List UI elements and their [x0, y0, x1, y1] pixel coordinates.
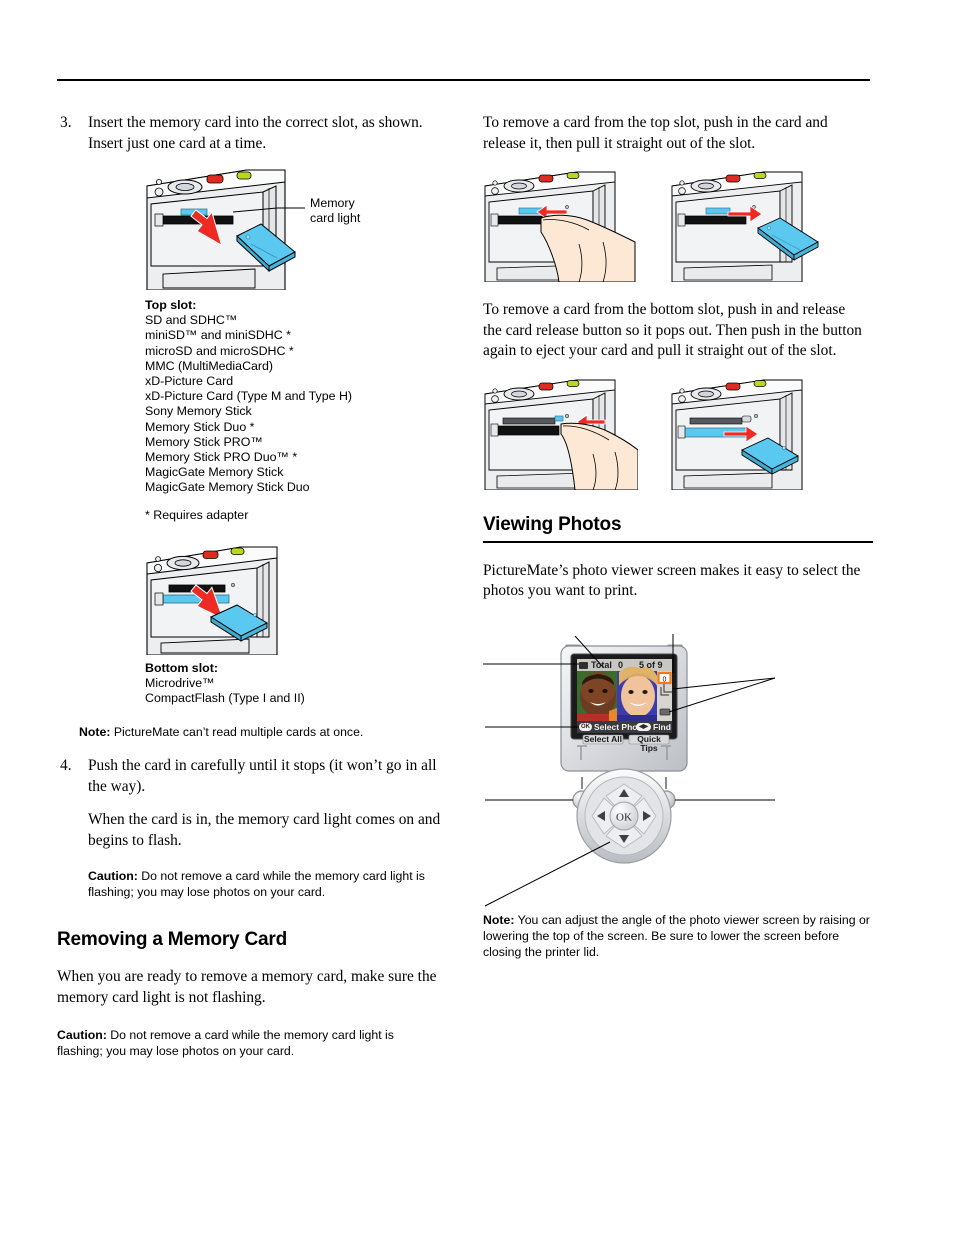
remove-top-slot-text: To remove a card from the top slot, push…: [483, 114, 828, 152]
copies-badge-value: 0: [663, 676, 667, 683]
memory-card-light-callout: Memory card light: [310, 196, 360, 225]
top-slot-card-list: Top slot: SD and SDHC™ miniSD™ and miniS…: [145, 298, 457, 523]
note-screen-angle: Note: You can adjust the angle of the ph…: [483, 912, 871, 960]
printer-pull-card-illustration: [671, 171, 819, 282]
figure-push-release-button: [483, 378, 638, 490]
bottom-slot-card-list: Bottom slot: Microdrive™ CompactFlash (T…: [145, 661, 457, 707]
photo-viewer-diagram: 0 OK Total 0 5 of 9 OK Select Photo ◀▶ F…: [483, 616, 873, 908]
page-header-rule: [57, 79, 870, 81]
step-4-text-2: When the card is in, the memory card lig…: [88, 811, 441, 849]
top-slot-card-item: microSD and microSDHC *: [145, 343, 294, 358]
figure-pull-card-top: [670, 170, 825, 282]
top-slot-card-item: Memory Stick PRO™: [145, 434, 263, 449]
printer-top-slot-illustration: [146, 169, 305, 290]
card-release-button: [554, 415, 564, 421]
document-page: 3. Insert the memory card into the corre…: [0, 0, 954, 1235]
lcd-status-bar: Total 0 5 of 9: [579, 660, 670, 672]
figure-row-top-slot: [483, 170, 873, 282]
removing-memory-card-text: When you are ready to remove a memory ca…: [57, 968, 437, 1006]
top-slot-card-item: MagicGate Memory Stick: [145, 465, 284, 480]
step-3: 3. Insert the memory card into the corre…: [57, 113, 457, 154]
memory-card-light-callout-line2: card light: [310, 210, 361, 225]
lcd-find-hint: Find: [653, 722, 671, 732]
figure-pull-card-bottom: [670, 378, 825, 490]
lcd-hint-bar: OK Select Photo ◀▶ Find: [579, 722, 671, 734]
remove-bottom-slot-text: To remove a card from the bottom slot, p…: [483, 301, 862, 359]
top-slot-card-item: Memory Stick Duo *: [145, 419, 255, 434]
lcd-total-label: Total: [591, 659, 612, 670]
bottom-slot-card-item: Microdrive™: [145, 676, 215, 691]
top-slot-card-item: MagicGate Memory Stick Duo: [145, 480, 310, 495]
lcd-total-value: 0: [618, 659, 624, 670]
figure-row-bottom-slot: [483, 378, 873, 490]
lr-key-icon: ◀▶: [636, 723, 651, 731]
top-slot-card-item: MMC (MultiMediaCard): [145, 358, 274, 373]
memory-card-light-callout-line1: Memory: [310, 196, 355, 210]
card-release-button: [741, 415, 752, 422]
step-3-text: Insert the memory card into the correct …: [88, 114, 423, 152]
figure-insert-bottom-slot: [145, 545, 305, 655]
top-slot-card-item: miniSD™ and miniSDHC *: [145, 328, 291, 343]
note-multiple-cards-text: PictureMate can’t read multiple cards at…: [113, 725, 364, 740]
figure-insert-top-slot: Memory card light: [145, 168, 455, 290]
step-4: 4. Push the card in carefully until it s…: [57, 756, 457, 851]
bottom-slot-heading: Bottom slot:: [145, 660, 218, 675]
viewing-photos-section-header: Viewing Photos: [483, 514, 873, 543]
right-column: To remove a card from the top slot, push…: [483, 113, 873, 960]
bottom-slot-card-item: CompactFlash (Type I and II): [145, 691, 305, 706]
step-3-number: 3.: [60, 114, 72, 131]
top-slot-heading: Top slot:: [145, 298, 197, 312]
note-screen-angle-label: Note:: [483, 912, 515, 927]
caution-2-text: Do not remove a card while the memory ca…: [57, 1028, 394, 1059]
step-4-number: 4.: [60, 757, 72, 775]
bottom-slot-indicator: [162, 594, 230, 604]
top-slot-card-item: Memory Stick PRO Duo™ *: [145, 450, 298, 465]
photo-icon: [579, 661, 588, 669]
note-multiple-cards-label: Note:: [79, 725, 111, 740]
top-slot-card-item: Sony Memory Stick: [145, 404, 252, 419]
step-4-text: Push the card in carefully until it stop…: [88, 757, 437, 795]
ok-button-label: OK: [616, 811, 632, 823]
callout-line-icons-1: [672, 677, 776, 689]
printer-release-button-illustration: [484, 379, 638, 490]
lcd-photo-counter: 5 of 9: [639, 659, 663, 670]
printer-push-card-illustration: [484, 171, 636, 282]
printer-bottom-slot-illustration: [146, 546, 278, 655]
removing-memory-card-heading: Removing a Memory Card: [57, 929, 287, 951]
callout-line-nav-pad: [484, 841, 611, 906]
printer-eject-card-illustration: [671, 379, 803, 490]
top-slot-card-item: xD-Picture Card: [145, 374, 234, 389]
left-column: 3. Insert the memory card into the corre…: [57, 113, 457, 1059]
caution-1-label: Caution:: [88, 869, 138, 884]
top-slot-card-item: SD and SDHC™: [145, 313, 238, 328]
viewing-photos-heading: Viewing Photos: [483, 513, 622, 535]
figure-push-card-top: [483, 170, 638, 282]
photo-viewer-screen-illustration: 0 OK: [483, 633, 776, 906]
note-multiple-cards: Note: PictureMate can’t read multiple ca…: [79, 724, 457, 740]
caution-remove-card-2: Caution: Do not remove a card while the …: [57, 1027, 417, 1059]
top-slot-footnote: * Requires adapter: [145, 507, 249, 522]
lcd-select-all-label[interactable]: Select All: [583, 734, 623, 744]
layout-icon: [659, 708, 671, 715]
caution-2-label: Caution:: [57, 1028, 107, 1043]
note-screen-angle-text: You can adjust the angle of the photo vi…: [483, 912, 870, 959]
lcd-quick-tips-label[interactable]: Quick Tips: [629, 734, 669, 753]
ok-key-icon: OK: [579, 723, 592, 731]
top-slot-card-item: xD-Picture Card (Type M and Type H): [145, 389, 353, 404]
caution-1-text: Do not remove a card while the memory ca…: [88, 869, 425, 900]
viewing-photos-text: PictureMate’s photo viewer screen makes …: [483, 561, 861, 600]
caution-remove-card-1: Caution: Do not remove a card while the …: [88, 868, 448, 900]
